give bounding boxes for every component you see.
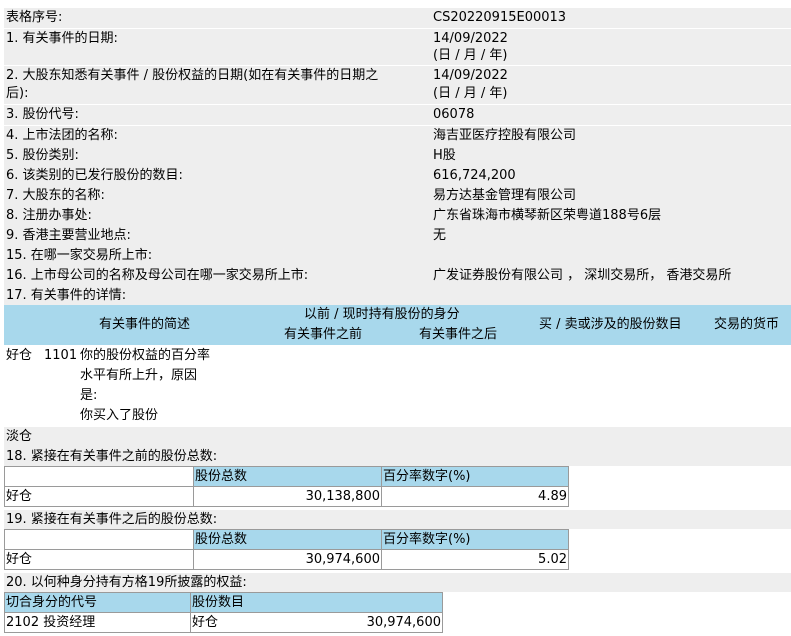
capacity-shares-value: 30,974,600	[366, 615, 441, 630]
after-position-label: 好仓	[4, 549, 194, 570]
listing-exchange-row: 15. 在哪一家交易所上市:	[4, 246, 791, 267]
after-pct-header: 百分率数字(%)	[381, 529, 569, 550]
issuer-name-label: 4. 上市法团的名称:	[6, 128, 118, 143]
issuer-name-row: 4. 上市法团的名称: 海吉亚医疗控股有限公司	[4, 126, 791, 147]
short-position-label: 淡仓	[6, 429, 33, 444]
stock-code-row: 3. 股份代号: 06078	[4, 105, 791, 126]
capacity-position: 好仓	[192, 615, 219, 630]
header-after: 有关事件之后	[419, 327, 498, 342]
after-shares-value: 30,974,600	[193, 549, 382, 570]
capacity-shares-header: 股份数目	[190, 592, 443, 613]
event-description-3: 是:	[80, 388, 98, 403]
after-pct-value: 5.02	[381, 549, 569, 570]
shareholder-name-value: 易方达基金管理有限公司	[433, 188, 577, 203]
before-total-label: 18. 紧接在有关事件之前的股份总数:	[6, 449, 218, 464]
listing-exchange-label: 15. 在哪一家交易所上市:	[6, 248, 153, 263]
capacity-row: 20. 以何种身分持有方格19所披露的权益:	[4, 573, 791, 593]
hk-business-row: 9. 香港主要营业地点: 无	[4, 226, 791, 247]
registered-office-row: 8. 注册办事处: 广东省珠海市横琴新区荣粤道188号6层	[4, 206, 791, 227]
event-date-row: 1. 有关事件的日期: 14/09/2022 (日 / 月 / 年)	[4, 29, 791, 66]
event-date-label: 1. 有关事件的日期:	[6, 31, 118, 46]
parent-company-label: 16. 上市母公司的名称及母公司在哪一家交易所上市:	[6, 268, 309, 283]
event-description-1: 你的股份权益的百分率	[80, 348, 211, 363]
shareholder-name-label: 7. 大股东的名称:	[6, 188, 105, 203]
issued-shares-value: 616,724,200	[433, 168, 516, 183]
before-corner-cell	[4, 466, 194, 487]
aware-date-row: 2. 大股东知悉有关事件 / 股份权益的日期(如在有关事件的日期之 后): 14…	[4, 66, 791, 105]
before-total-row: 18. 紧接在有关事件之前的股份总数:	[4, 447, 791, 467]
stock-code-value: 06078	[433, 107, 475, 122]
after-total-table: 股份总数 百分率数字(%) 好仓 30,974,600 5.02	[4, 529, 569, 570]
serial-row: 表格序号: CS20220915E00013	[4, 8, 791, 29]
hk-business-value: 无	[433, 228, 447, 243]
before-total-table: 股份总数 百分率数字(%) 好仓 30,138,800 4.89	[4, 466, 569, 507]
hk-business-label: 9. 香港主要营业地点:	[6, 228, 131, 243]
stock-code-label: 3. 股份代号:	[6, 107, 79, 122]
event-table-header: 有关事件的简述 以前 / 现时持有股份的身分 有关事件之前 有关事件之后 买 /…	[4, 305, 791, 346]
header-description: 有关事件的简述	[99, 317, 191, 332]
capacity-shares-cell: 好仓 30,974,600	[190, 612, 443, 633]
event-position: 好仓	[6, 348, 33, 363]
issuer-name-value: 海吉亚医疗控股有限公司	[433, 128, 577, 143]
event-code: 1101	[44, 348, 78, 363]
event-description-4: 你买入了股份	[80, 408, 159, 423]
capacity-code: 2102	[6, 615, 40, 630]
registered-office-value: 广东省珠海市横琴新区荣粤道188号6层	[433, 208, 662, 223]
before-position-label: 好仓	[4, 486, 194, 507]
parent-company-row: 16. 上市母公司的名称及母公司在哪一家交易所上市: 广发证券股份有限公司 ， …	[4, 266, 791, 287]
issued-shares-row: 6. 该类别的已发行股份的数目: 616,724,200	[4, 166, 791, 187]
capacity-table: 切合身分的代号 股份数目 2102 投资经理 好仓 30,974,600	[4, 592, 443, 633]
header-shares: 买 / 卖或涉及的股份数目	[539, 317, 682, 332]
after-total-label: 19. 紧接在有关事件之后的股份总数:	[6, 512, 218, 527]
share-class-row: 5. 股份类别: H股	[4, 146, 791, 167]
capacity-code-cell: 2102 投资经理	[4, 612, 191, 633]
aware-date-label-1: 2. 大股东知悉有关事件 / 股份权益的日期(如在有关事件的日期之	[6, 68, 379, 83]
before-pct-header: 百分率数字(%)	[381, 466, 569, 487]
shareholder-name-row: 7. 大股东的名称: 易方达基金管理有限公司	[4, 186, 791, 207]
header-capacity: 以前 / 现时持有股份的身分	[304, 307, 460, 322]
capacity-name: 投资经理	[43, 615, 96, 630]
event-details-row: 17. 有关事件的详情:	[4, 286, 791, 306]
event-date-format: (日 / 月 / 年)	[433, 48, 508, 63]
serial-value: CS20220915E00013	[433, 10, 567, 25]
header-before: 有关事件之前	[284, 327, 363, 342]
issued-shares-label: 6. 该类别的已发行股份的数目:	[6, 168, 183, 183]
aware-date-label-2: 后):	[6, 86, 29, 101]
registered-office-label: 8. 注册办事处:	[6, 208, 92, 223]
capacity-label: 20. 以何种身分持有方格19所披露的权益:	[6, 575, 247, 590]
serial-label: 表格序号:	[6, 10, 63, 25]
aware-date-format: (日 / 月 / 年)	[433, 86, 508, 101]
after-total-row: 19. 紧接在有关事件之后的股份总数:	[4, 510, 791, 530]
share-class-value: H股	[433, 148, 456, 163]
event-details-label: 17. 有关事件的详情:	[6, 288, 127, 303]
after-corner-cell	[4, 529, 194, 550]
header-currency: 交易的货币	[714, 317, 780, 332]
event-description-2: 水平有所上升，原因	[80, 368, 198, 383]
before-pct-value: 4.89	[381, 486, 569, 507]
before-shares-value: 30,138,800	[193, 486, 382, 507]
short-position-row: 淡仓	[4, 427, 791, 448]
capacity-code-header: 切合身分的代号	[4, 592, 191, 613]
aware-date-value: 14/09/2022	[433, 68, 508, 83]
after-shares-header: 股份总数	[193, 529, 382, 550]
share-class-label: 5. 股份类别:	[6, 148, 79, 163]
parent-company-value: 广发证券股份有限公司 ， 深圳交易所， 香港交易所	[433, 268, 732, 283]
before-shares-header: 股份总数	[193, 466, 382, 487]
